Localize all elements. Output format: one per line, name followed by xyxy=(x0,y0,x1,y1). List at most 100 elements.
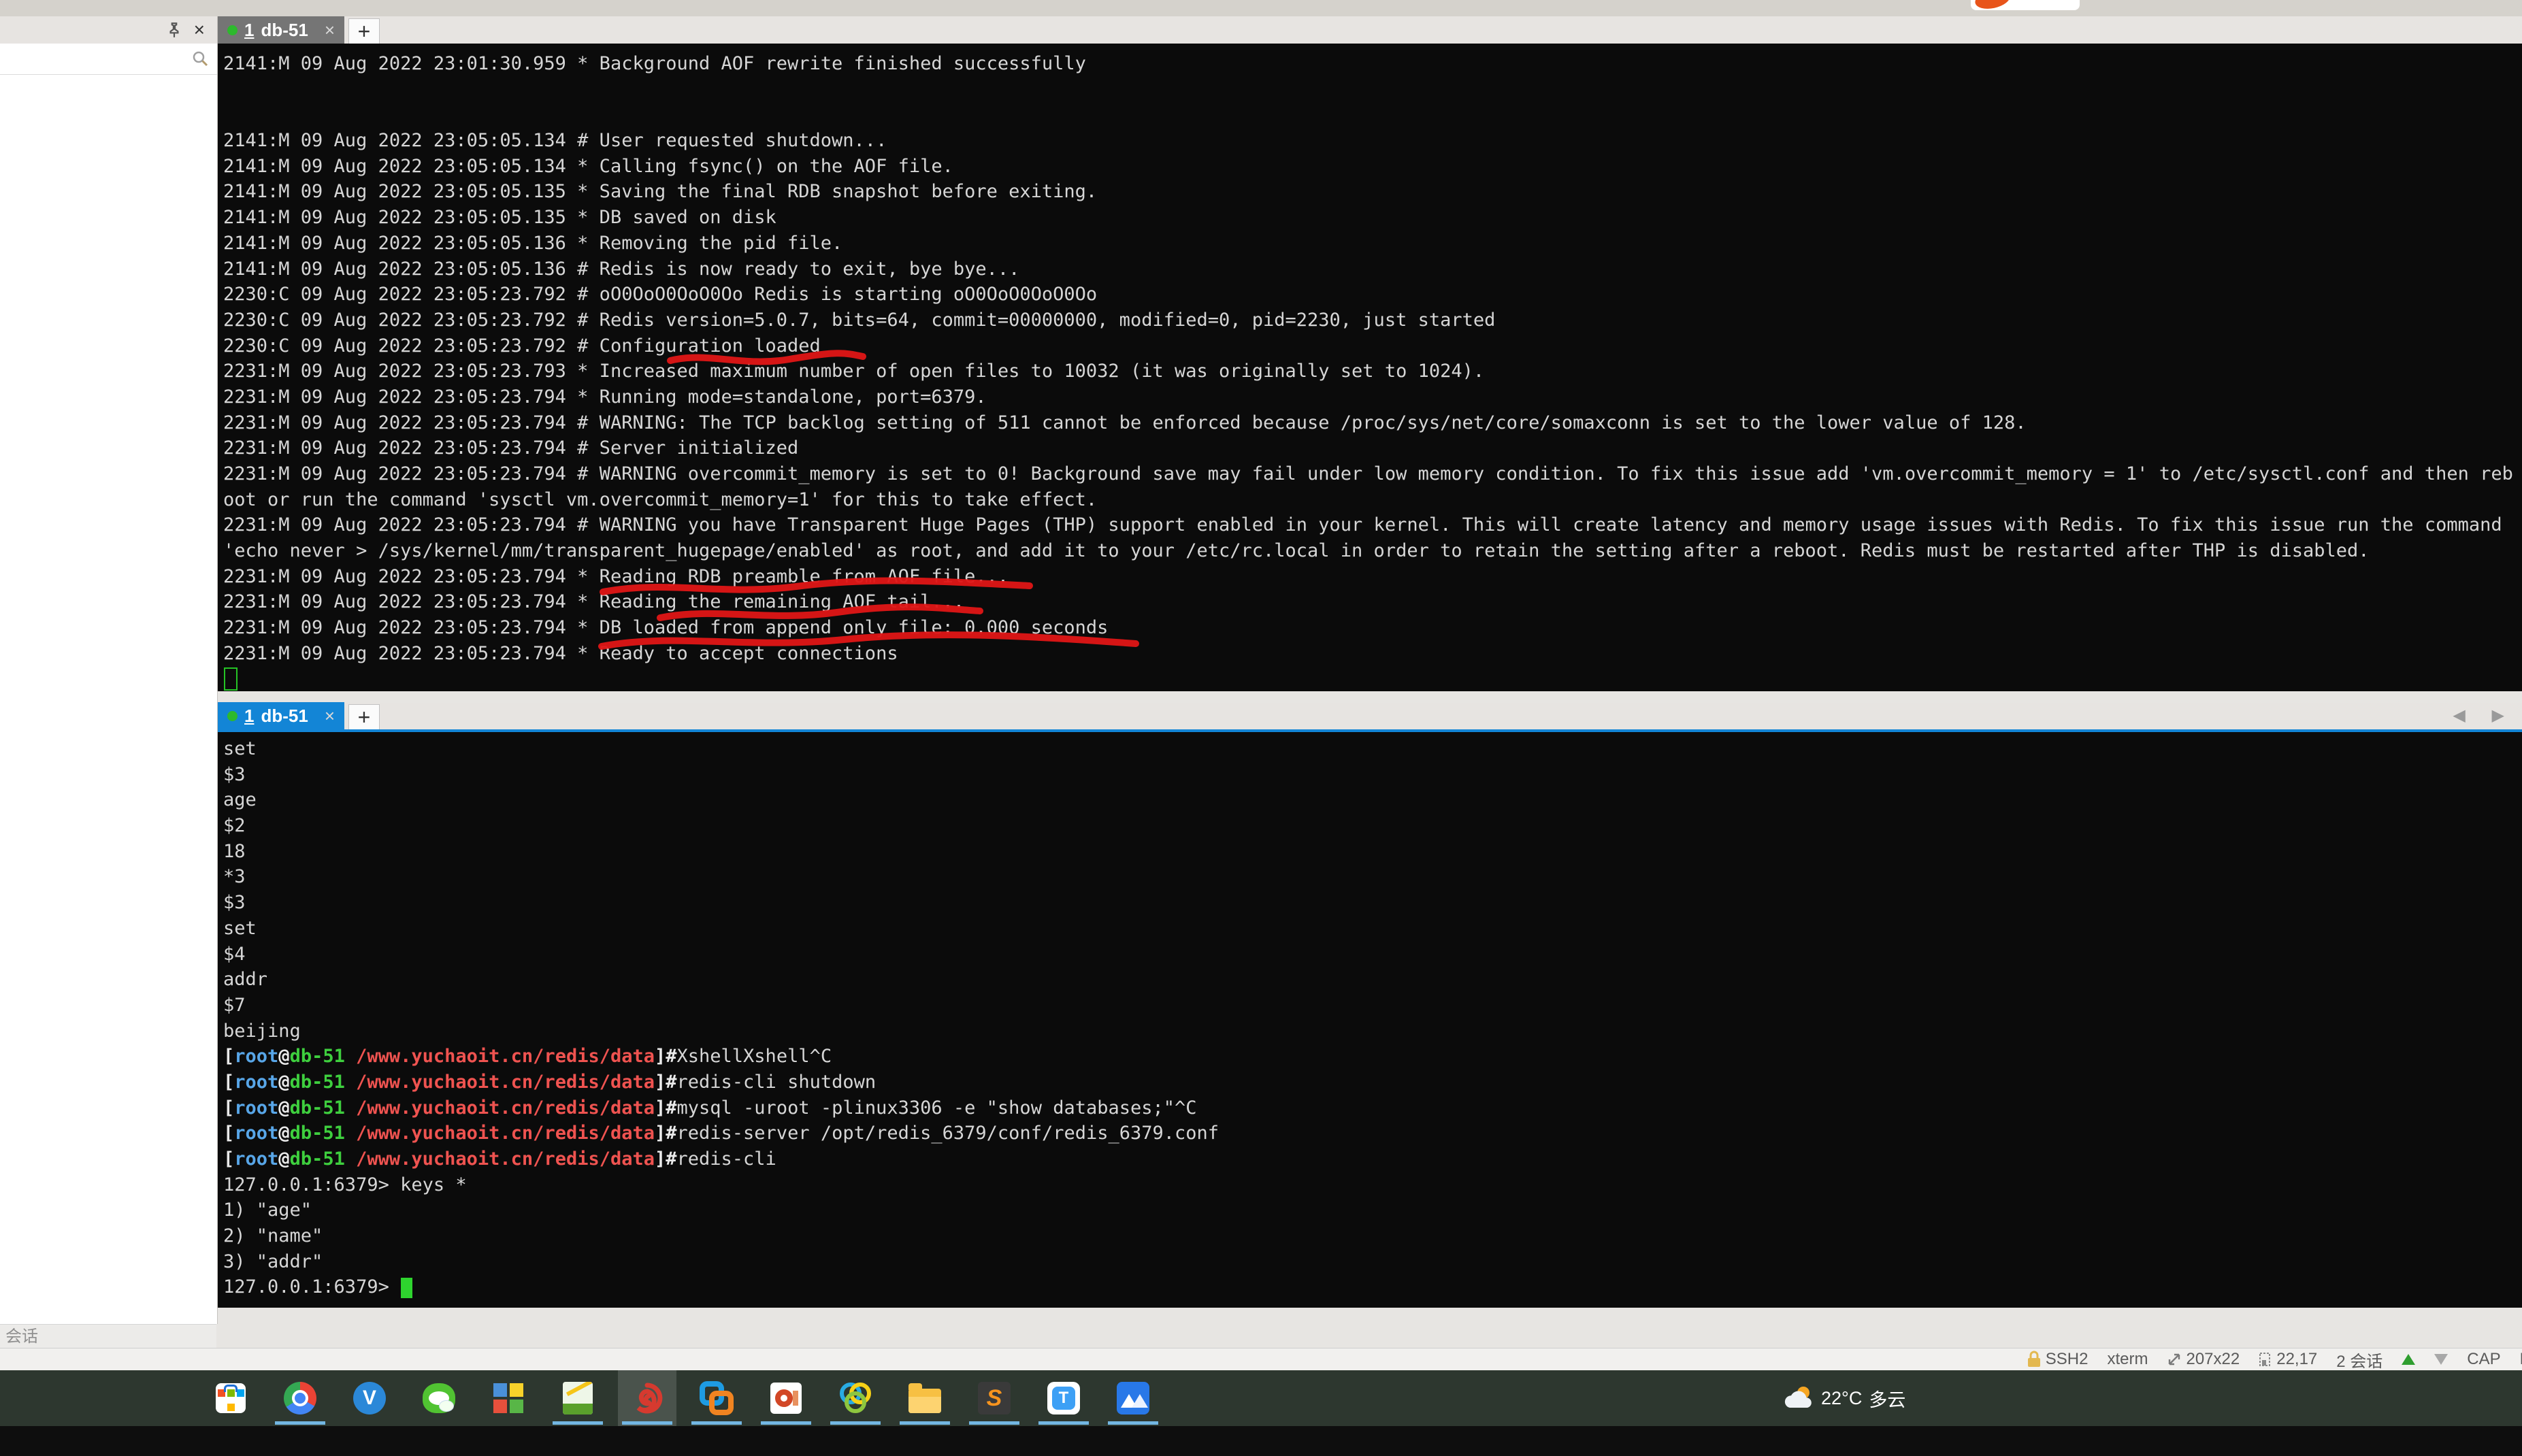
terminal-line: 2230:C 09 Aug 2022 23:05:23.792 # Config… xyxy=(223,333,2522,359)
top-terminal-lines: 2141:M 09 Aug 2022 23:01:30.959 * Backgr… xyxy=(223,51,2522,667)
terminal-line: 2231:M 09 Aug 2022 23:05:23.794 # WARNIN… xyxy=(223,512,2522,538)
command-text: redis-server /opt/redis_6379/conf/redis_… xyxy=(677,1123,1219,1144)
tab-close-icon[interactable]: × xyxy=(325,706,335,727)
terminal-line: set xyxy=(223,736,2522,762)
prompt-bracket: [ xyxy=(223,1148,234,1170)
terminal-line: $3 xyxy=(223,890,2522,916)
terminal-line: 2231:M 09 Aug 2022 23:05:23.793 * Increa… xyxy=(223,359,2522,384)
new-tab-button[interactable]: + xyxy=(348,18,380,44)
taskbar-blue-mountain-app-icon[interactable] xyxy=(1113,1370,1153,1426)
taskbar-s-app-icon[interactable]: S xyxy=(975,1370,1014,1426)
terminal-line: $2 xyxy=(223,813,2522,839)
taskbar-editplus-icon[interactable] xyxy=(558,1370,597,1426)
prompt-user: root xyxy=(234,1046,278,1067)
taskbar-v-app-icon[interactable]: V xyxy=(350,1370,389,1426)
prompt-bracket: ]# xyxy=(655,1072,677,1093)
taskbar-wechat-icon[interactable] xyxy=(419,1370,459,1426)
top-terminal[interactable]: 2141:M 09 Aug 2022 23:01:30.959 * Backgr… xyxy=(218,44,2522,691)
sidebar-close-icon[interactable]: × xyxy=(194,21,205,39)
command-text: redis-cli shutdown xyxy=(677,1072,877,1093)
sidebar-header: × xyxy=(0,16,217,44)
cursor-position-status: 22,17 xyxy=(2259,1350,2317,1369)
xshell-snail-icon xyxy=(629,1380,666,1417)
prompt-line: [root@db-51 /www.yuchaoit.cn/redis/data]… xyxy=(223,1070,2522,1095)
tab-scroll-arrows-icon[interactable]: ◀ ▶ xyxy=(2453,706,2515,725)
sidebar-search-box[interactable] xyxy=(0,44,217,75)
rings-icon xyxy=(837,1380,874,1417)
prompt-path: /www.yuchaoit.cn/redis/data xyxy=(345,1046,655,1067)
prompt-bracket: ]# xyxy=(655,1046,677,1067)
prompt-user: root xyxy=(234,1097,278,1119)
tab-index: 1 xyxy=(244,706,254,727)
window-top-strip xyxy=(0,0,2522,16)
lock-icon xyxy=(2027,1351,2042,1368)
taskbar-rings-browser-icon[interactable] xyxy=(836,1370,875,1426)
terminal-line: 3) "addr" xyxy=(223,1249,2522,1275)
prompt-path: /www.yuchaoit.cn/redis/data xyxy=(345,1097,655,1119)
tab-index: 1 xyxy=(244,20,254,41)
taskbar-file-explorer-icon[interactable] xyxy=(905,1370,945,1426)
protocol-status: SSH2 xyxy=(2027,1350,2089,1369)
bottom-terminal[interactable]: set$3age$218*3$3set$4addr$7beijing [root… xyxy=(218,732,2522,1308)
taskbar-weather-widget[interactable]: 22°C 多云 xyxy=(1783,1370,1905,1426)
keys-result-lines: 1) "age"2) "name"3) "addr" xyxy=(223,1197,2522,1274)
terminal-line: 2141:M 09 Aug 2022 23:05:05.136 # Redis … xyxy=(223,257,2522,282)
prompt-bracket: [ xyxy=(223,1123,234,1144)
terminal-line: 2141:M 09 Aug 2022 23:05:05.135 * Saving… xyxy=(223,179,2522,205)
taskbar-xftp-icon[interactable] xyxy=(697,1370,736,1426)
top-tab-db-51[interactable]: 1 db-51 × xyxy=(218,16,344,44)
terminal-line: 2141:M 09 Aug 2022 23:05:05.135 * DB sav… xyxy=(223,205,2522,231)
taskbar-powerpoint-icon[interactable] xyxy=(766,1370,806,1426)
pin-icon[interactable] xyxy=(165,21,183,39)
download-arrow-icon[interactable] xyxy=(2434,1354,2448,1365)
terminal-line: 2141:M 09 Aug 2022 23:05:05.136 * Removi… xyxy=(223,231,2522,257)
caps-lock-indicator: CAP xyxy=(2467,1350,2500,1369)
overlay-widget-sliver xyxy=(1971,0,2080,10)
resize-icon xyxy=(2167,1352,2182,1367)
taskbar-chrome-icon[interactable] xyxy=(280,1370,320,1426)
prompt-user: root xyxy=(234,1072,278,1093)
cloudy-weather-icon xyxy=(1783,1385,1814,1412)
session-manager-sidebar: × xyxy=(0,16,218,1324)
taskbar-microsoft-store-icon[interactable] xyxy=(211,1370,250,1426)
terminal-line xyxy=(223,102,2522,128)
command-text: XshellXshell^C xyxy=(677,1046,832,1067)
taskbar-xshell-icon[interactable] xyxy=(618,1370,676,1426)
prompt-host: db-51 xyxy=(290,1123,345,1144)
terminal-line: age xyxy=(223,787,2522,813)
caret-position-icon xyxy=(2259,1352,2272,1367)
terminal-line: set xyxy=(223,916,2522,942)
new-tab-button[interactable]: + xyxy=(348,704,380,729)
bottom-tab-db-51[interactable]: 1 db-51 × xyxy=(218,702,344,729)
prompt-user: root xyxy=(234,1123,278,1144)
terminal-line: 2231:M 09 Aug 2022 23:05:23.794 * Readin… xyxy=(223,589,2522,615)
terminal-type-status: xterm xyxy=(2107,1350,2148,1369)
redis-prompt: 127.0.0.1:6379> xyxy=(223,1276,389,1297)
redis-command: keys * xyxy=(389,1174,467,1195)
terminal-line: oot or run the command 'sysctl vm.overco… xyxy=(223,487,2522,513)
upload-arrow-icon[interactable] xyxy=(2402,1354,2415,1365)
screen-bottom-strip xyxy=(0,1426,2522,1456)
prompt-host: db-51 xyxy=(290,1072,345,1093)
command-text: redis-cli xyxy=(677,1148,776,1170)
tab-close-icon[interactable]: × xyxy=(325,20,335,41)
terminal-line: *3 xyxy=(223,864,2522,890)
terminal-line: 2) "name" xyxy=(223,1223,2522,1249)
sidebar-sessions-tab[interactable]: 会话 xyxy=(0,1324,216,1348)
taskbar-windows-colors-icon[interactable] xyxy=(489,1370,528,1426)
terminal-line: beijing xyxy=(223,1019,2522,1044)
prompt-bracket: ]# xyxy=(655,1123,677,1144)
prompt-bracket: [ xyxy=(223,1046,234,1067)
terminal-size-status: 207x22 xyxy=(2167,1350,2240,1369)
terminal-line: 'echo never > /sys/kernel/mm/transparent… xyxy=(223,538,2522,564)
prompt-at: @ xyxy=(278,1046,289,1067)
terminal-line: 18 xyxy=(223,839,2522,865)
taskbar-typora-icon[interactable]: T xyxy=(1044,1370,1083,1426)
prompt-line: [root@db-51 /www.yuchaoit.cn/redis/data]… xyxy=(223,1146,2522,1172)
prompt-user: root xyxy=(234,1148,278,1170)
windows-taskbar: V S xyxy=(0,1370,2522,1426)
redis-cli-prompt-line: 127.0.0.1:6379> xyxy=(223,1274,2522,1300)
prompt-bracket: ]# xyxy=(655,1148,677,1170)
weather-condition: 多云 xyxy=(1869,1385,1905,1412)
command-text: mysql -uroot -plinux3306 -e "show databa… xyxy=(677,1097,1197,1119)
